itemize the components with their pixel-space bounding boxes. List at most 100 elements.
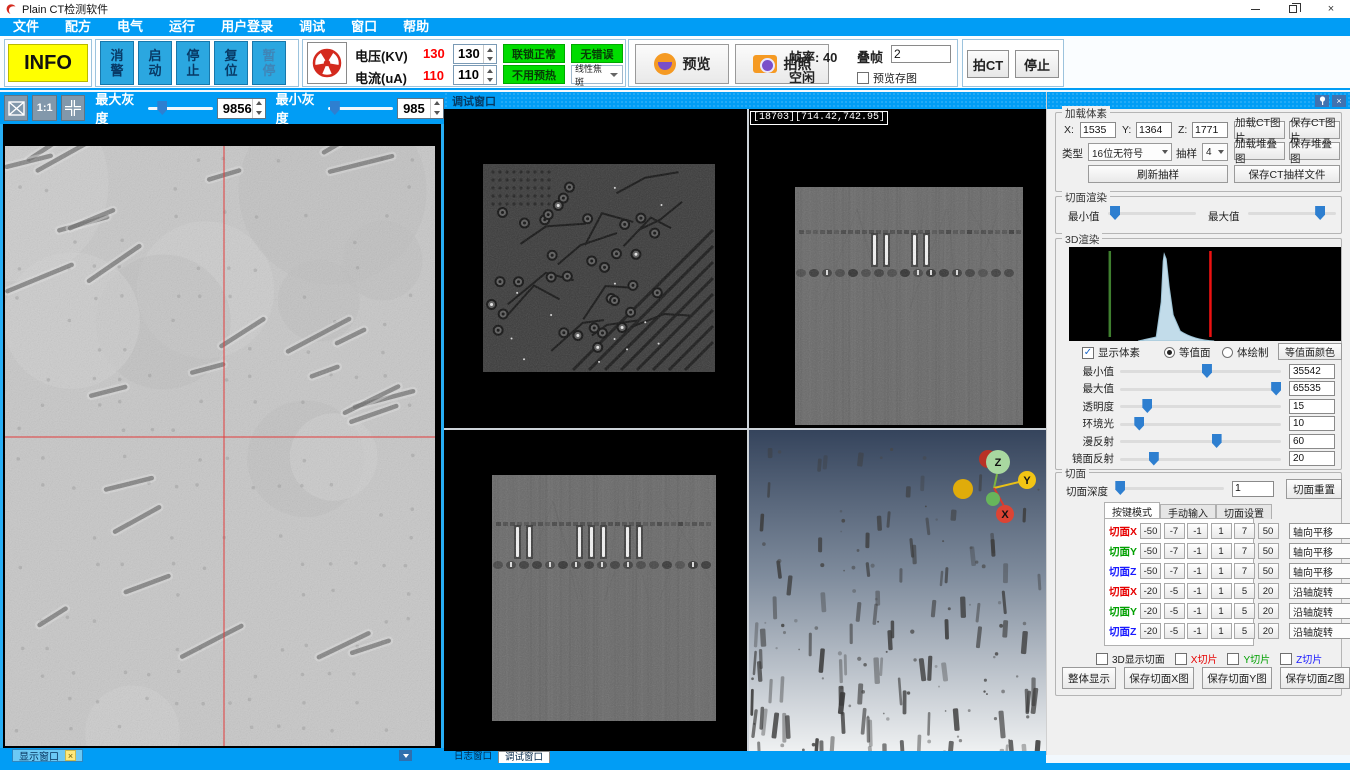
slider-4[interactable] [1120,417,1281,431]
slice-tab-1[interactable]: 按键模式 [1104,502,1160,519]
slider-value[interactable]: 60 [1289,434,1335,449]
one-to-one-button[interactable]: 1:1 [32,95,56,121]
slider-value[interactable]: 35542 [1289,364,1335,379]
step-button[interactable]: 50 [1258,523,1279,539]
step-button[interactable]: -50 [1140,523,1161,539]
slice-check-4[interactable]: Z切片 [1280,651,1322,666]
restore-button[interactable] [1274,0,1312,18]
refresh-sample-button[interactable]: 刷新抽样 [1088,165,1228,183]
slice-depth-value[interactable]: 1 [1232,481,1274,497]
slider-value[interactable]: 15 [1289,399,1335,414]
menu-item-5[interactable]: 用户登录 [208,18,286,36]
step-button[interactable]: -1 [1187,623,1208,639]
step-button[interactable]: 20 [1258,583,1279,599]
pin-icon[interactable] [1315,95,1329,107]
step-button[interactable]: 1 [1211,523,1232,539]
step-button[interactable]: 7 [1234,523,1255,539]
preview-button[interactable]: 预览 [635,44,729,84]
slider-6[interactable] [1120,452,1281,466]
slice-button-4[interactable]: 保存切面Z图 [1280,667,1350,689]
step-button[interactable]: -1 [1187,523,1208,539]
voxel-z-input[interactable] [1192,122,1228,138]
step-button[interactable]: -50 [1140,543,1161,559]
slice-check-3[interactable]: Y切片 [1227,651,1270,666]
slider-2[interactable] [1120,382,1281,396]
step-button[interactable]: 20 [1258,623,1279,639]
step-button[interactable]: 1 [1211,583,1232,599]
volume-3d-view[interactable]: ZYX [749,430,1046,752]
tab-display-window[interactable]: 显示窗口 × [12,749,83,762]
control-button-3[interactable]: 停 止 [176,41,210,85]
step-button[interactable]: 7 [1234,563,1255,579]
menu-item-6[interactable]: 调试 [286,18,338,36]
slice-button-3[interactable]: 保存切面Y图 [1202,667,1272,689]
slice-tab-3[interactable]: 切面设置 [1216,504,1272,519]
menu-item-1[interactable]: 文件 [0,18,52,36]
step-button[interactable]: -1 [1187,583,1208,599]
slice-max-slider[interactable] [1248,206,1336,220]
stack-count-input[interactable] [891,45,951,63]
close-button[interactable]: × [1312,0,1350,18]
current-spinbox[interactable]: 110 [453,65,497,85]
slider-value[interactable]: 65535 [1289,381,1335,396]
panel-close-icon[interactable]: × [1332,95,1346,107]
tab-overflow-button[interactable] [399,750,412,761]
step-button[interactable]: -20 [1140,583,1161,599]
slider-3[interactable] [1120,399,1281,413]
current-spin-arrows[interactable] [483,66,496,84]
slider-5[interactable] [1120,434,1281,448]
slice-button-1[interactable]: 整体显示 [1062,667,1116,689]
step-button[interactable]: -7 [1164,543,1185,559]
focus-mode-dropdown[interactable]: 线性焦斑 [571,65,623,84]
shoot-ct-button[interactable]: 拍CT [967,50,1009,78]
fit-view-button[interactable] [4,95,28,121]
step-button[interactable]: -20 [1140,603,1161,619]
step-button[interactable]: 1 [1211,543,1232,559]
voltage-spin-arrows[interactable] [483,45,496,63]
debug-tab-1[interactable]: 日志窗口 [448,751,498,763]
stop-ct-button[interactable]: 停止 [1015,50,1059,78]
step-button[interactable]: 20 [1258,603,1279,619]
step-button[interactable]: 50 [1258,543,1279,559]
max-gray-slider[interactable] [148,101,213,115]
volume-render-radio[interactable]: 体绘制 [1222,345,1269,360]
step-button[interactable]: -7 [1164,523,1185,539]
tab-close-icon[interactable]: × [65,750,76,761]
menu-item-2[interactable]: 配方 [52,18,104,36]
iso-color-button[interactable]: 等值面颜色 [1278,343,1342,360]
step-button[interactable]: -5 [1164,603,1185,619]
menu-item-3[interactable]: 电气 [104,18,156,36]
slice-check-2[interactable]: X切片 [1175,651,1218,666]
load-stack-button[interactable]: 加载堆叠图 [1234,142,1285,160]
slice-button-2[interactable]: 保存切面X图 [1124,667,1194,689]
voltage-spinbox[interactable]: 130 [453,44,497,64]
radiation-button[interactable] [307,42,347,84]
slice-mode-dropdown[interactable]: 沿轴旋转 [1289,583,1350,599]
slice-min-slider[interactable] [1108,206,1196,220]
step-button[interactable]: -5 [1164,583,1185,599]
slice-check-1[interactable]: 3D显示切面 [1096,651,1165,666]
save-stack-button[interactable]: 保存堆叠图 [1289,142,1340,160]
crosshair-button[interactable] [61,95,85,121]
max-gray-spinbox[interactable]: 9856 [217,98,266,119]
step-button[interactable]: 1 [1211,563,1232,579]
slider-value[interactable]: 20 [1289,451,1335,466]
step-button[interactable]: 50 [1258,563,1279,579]
step-button[interactable]: -1 [1187,603,1208,619]
slice-tab-2[interactable]: 手动输入 [1160,504,1216,519]
step-button[interactable]: -50 [1140,563,1161,579]
slice-mode-dropdown[interactable]: 沿轴旋转 [1289,623,1350,639]
slice-mode-dropdown[interactable]: 轴向平移 [1289,543,1350,559]
min-gray-spinbox[interactable]: 985 [397,98,444,119]
isosurface-radio[interactable]: 等值面 [1164,345,1211,360]
menu-item-4[interactable]: 运行 [156,18,208,36]
sample-rate-dropdown[interactable]: 4 [1202,143,1228,161]
step-button[interactable]: 5 [1234,623,1255,639]
step-button[interactable]: 5 [1234,603,1255,619]
control-button-1[interactable]: 消 警 [100,41,134,85]
voxel-y-input[interactable] [1136,122,1172,138]
menu-item-7[interactable]: 窗口 [338,18,390,36]
step-button[interactable]: 7 [1234,543,1255,559]
save-ct-sample-button[interactable]: 保存CT抽样文件 [1234,165,1340,183]
slice-mode-dropdown[interactable]: 沿轴旋转 [1289,603,1350,619]
